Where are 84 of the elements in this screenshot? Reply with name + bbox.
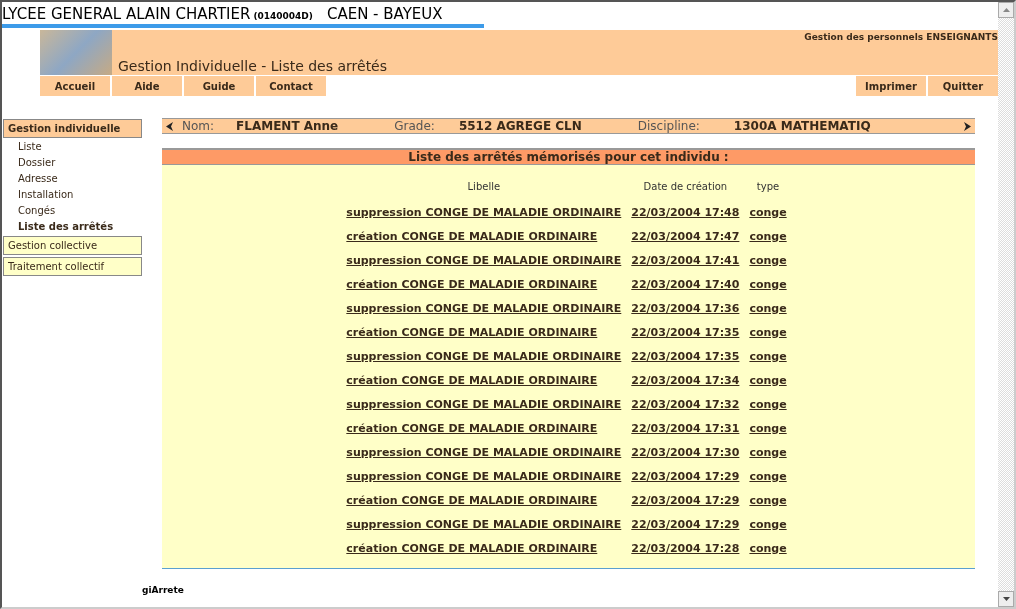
table-link[interactable]: 22/03/2004 17:28 <box>631 541 740 555</box>
scroll-down-button[interactable] <box>998 591 1014 607</box>
table-link[interactable]: 22/03/2004 17:30 <box>631 445 740 459</box>
panel-title: Liste des arrêtés mémorisés pour cet individu : <box>408 150 729 164</box>
table-link[interactable]: 22/03/2004 17:29 <box>631 469 740 483</box>
nav-button[interactable]: Aide <box>112 76 182 96</box>
table-link[interactable]: création CONGE DE MALADIE ORDINAIRE <box>346 325 598 339</box>
table-link[interactable]: conge <box>749 349 787 363</box>
column-header: type <box>755 181 781 194</box>
table-link[interactable]: 22/03/2004 17:29 <box>631 493 740 507</box>
table-link[interactable]: conge <box>749 325 787 339</box>
table-link[interactable]: création CONGE DE MALADIE ORDINAIRE <box>346 541 598 555</box>
table-link[interactable]: suppression CONGE DE MALADIE ORDINAIRE <box>346 469 622 483</box>
table-link[interactable]: 22/03/2004 17:41 <box>631 253 740 267</box>
table-link[interactable]: création CONGE DE MALADIE ORDINAIRE <box>346 493 598 507</box>
table-link[interactable]: 22/03/2004 17:34 <box>631 373 740 387</box>
table-link[interactable]: conge <box>749 517 787 531</box>
table-link[interactable]: 22/03/2004 17:32 <box>631 397 740 411</box>
next-arrow-icon[interactable] <box>963 121 971 131</box>
table-link[interactable]: suppression CONGE DE MALADIE ORDINAIRE <box>346 301 622 315</box>
table-link[interactable]: suppression CONGE DE MALADIE ORDINAIRE <box>346 517 622 531</box>
nav-button[interactable]: Guide <box>184 76 254 96</box>
school-name: LYCEE GENERAL ALAIN CHARTIER <box>2 5 251 23</box>
table-link[interactable]: 22/03/2004 17:29 <box>631 517 740 531</box>
nav-button[interactable]: Imprimer <box>856 76 926 96</box>
table-link[interactable]: suppression CONGE DE MALADIE ORDINAIRE <box>346 253 622 267</box>
table-link[interactable]: 22/03/2004 17:36 <box>631 301 740 315</box>
scrollbar[interactable] <box>998 2 1014 607</box>
sidebar-section[interactable]: Gestion collective <box>3 236 142 255</box>
school-code: (0140004D) <box>253 11 313 21</box>
sidebar-item[interactable]: Liste <box>3 139 142 155</box>
table-link[interactable]: création CONGE DE MALADIE ORDINAIRE <box>346 421 598 435</box>
page-id: giArrete <box>142 585 184 595</box>
nav-button[interactable]: Accueil <box>40 76 110 96</box>
field-value: FLAMENT Anne <box>236 119 339 133</box>
sidebar-item[interactable]: Congés <box>3 203 142 219</box>
table-link[interactable]: conge <box>749 277 787 291</box>
column-header: Libelle <box>466 181 502 194</box>
table-link[interactable]: création CONGE DE MALADIE ORDINAIRE <box>346 229 598 243</box>
table-link[interactable]: suppression CONGE DE MALADIE ORDINAIRE <box>346 397 622 411</box>
field-value: 5512 AGREGE CLN <box>458 119 582 133</box>
sidebar-item[interactable]: Adresse <box>3 171 142 187</box>
sidebar-item[interactable]: Dossier <box>3 155 142 171</box>
sidebar-item[interactable]: Liste des arrêtés <box>3 219 142 235</box>
table-link[interactable]: conge <box>749 373 787 387</box>
table-link[interactable]: suppression CONGE DE MALADIE ORDINAIRE <box>346 445 622 459</box>
table-link[interactable]: 22/03/2004 17:31 <box>631 421 740 435</box>
photo-placeholder <box>40 30 112 75</box>
table-link[interactable]: conge <box>749 253 787 267</box>
table-link[interactable]: conge <box>749 493 787 507</box>
caret-up-icon <box>1002 8 1010 12</box>
table-link[interactable]: conge <box>749 397 787 411</box>
table-link[interactable]: conge <box>749 469 787 483</box>
nav-button[interactable]: Contact <box>256 76 326 96</box>
field-label: Grade: <box>394 119 435 133</box>
column-header: Date de création <box>642 181 729 194</box>
caret-down-icon <box>1002 597 1010 601</box>
table-link[interactable]: création CONGE DE MALADIE ORDINAIRE <box>346 373 598 387</box>
table-link[interactable]: suppression CONGE DE MALADIE ORDINAIRE <box>346 349 622 363</box>
field-label: Nom: <box>182 119 215 133</box>
nav-button[interactable]: Quitter <box>928 76 998 96</box>
table-link[interactable]: conge <box>749 229 787 243</box>
field-label: Discipline: <box>637 119 700 133</box>
table-link[interactable]: conge <box>749 421 787 435</box>
table-link[interactable]: conge <box>749 541 787 555</box>
field-value: 1300A MATHEMATIQ <box>733 119 871 133</box>
sidebar-item[interactable]: Installation <box>3 187 142 203</box>
sidebar-section[interactable]: Gestion individuelle <box>3 119 142 138</box>
table-link[interactable]: 22/03/2004 17:47 <box>631 229 740 243</box>
header-subtitle: Gestion des personnels ENSEIGNANTS <box>804 32 998 42</box>
table-link[interactable]: suppression CONGE DE MALADIE ORDINAIRE <box>346 205 622 219</box>
table-link[interactable]: conge <box>749 205 787 219</box>
table-link[interactable]: 22/03/2004 17:35 <box>631 349 740 363</box>
scroll-up-button[interactable] <box>998 2 1014 18</box>
table-link[interactable]: conge <box>749 445 787 459</box>
page-title: Gestion Individuelle - Liste des arrêtés <box>118 58 389 74</box>
table-link[interactable]: 22/03/2004 17:48 <box>631 205 740 219</box>
sidebar-section[interactable]: Traitement collectif <box>3 257 142 276</box>
table-link[interactable]: conge <box>749 301 787 315</box>
table-link[interactable]: 22/03/2004 17:35 <box>631 325 740 339</box>
table-link[interactable]: 22/03/2004 17:40 <box>631 277 740 291</box>
school-city: CAEN - BAYEUX <box>326 5 443 23</box>
table-link[interactable]: création CONGE DE MALADIE ORDINAIRE <box>346 277 598 291</box>
previous-arrow-icon[interactable] <box>166 121 174 131</box>
